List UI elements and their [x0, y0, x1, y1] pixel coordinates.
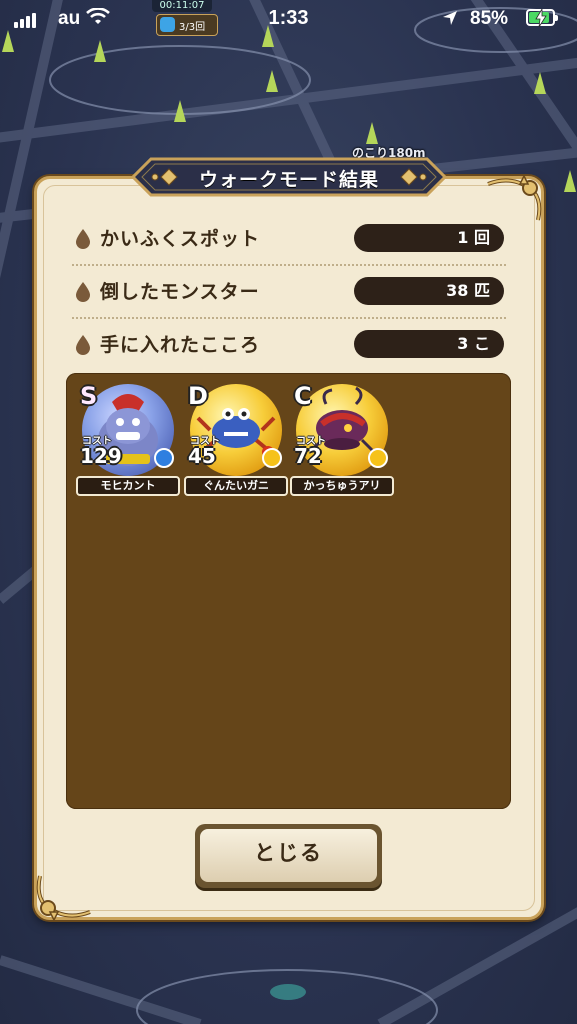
- rank-letter: S: [80, 382, 98, 410]
- dialog-title: ウォークモード結果: [198, 169, 379, 191]
- heart-name: かっちゅうアリ: [290, 476, 394, 496]
- cost-value: 72: [294, 444, 322, 468]
- cost-value: 129: [80, 444, 122, 468]
- status-bar: au 1:33 85%: [0, 0, 577, 36]
- gold-gem-icon: [368, 448, 388, 468]
- rank-letter: C: [294, 382, 312, 410]
- drop-icon: [76, 282, 90, 302]
- rank-letter: D: [188, 382, 208, 410]
- heart-name: モヒカント: [76, 476, 180, 496]
- close-button[interactable]: とじる: [195, 824, 382, 888]
- stat-value: 38 匹: [354, 277, 504, 305]
- stat-row-obtained-hearts: 手に入れたこころ 3 こ: [70, 324, 510, 364]
- dialog-title-plate: ウォークモード結果: [131, 157, 447, 197]
- heart-card-kacchuari[interactable]: C コスト 72 かっちゅうアリ: [290, 382, 394, 500]
- charging-bolt-icon: [535, 9, 547, 27]
- drop-icon: [76, 335, 90, 355]
- cost-value: 45: [188, 444, 216, 468]
- stat-row-defeated-monsters: 倒したモンスター 38 匹: [70, 271, 510, 311]
- battery-icon: [526, 9, 558, 27]
- drop-icon: [76, 229, 90, 249]
- stat-label: 倒したモンスター: [100, 281, 260, 303]
- heart-card-mohicanto[interactable]: S コスト 129 モヒカント: [76, 382, 180, 500]
- stat-label: かいふくスポット: [100, 228, 261, 250]
- heart-name: ぐんたいガニ: [184, 476, 288, 496]
- gold-gem-icon: [262, 448, 282, 468]
- corner-ornament-icon: [36, 875, 91, 922]
- divider: [72, 264, 506, 266]
- battery-percentage: 85%: [470, 8, 509, 29]
- close-button-label: とじる: [254, 841, 323, 865]
- stat-row-recovery-spots: かいふくスポット 1 回: [70, 218, 510, 258]
- location-arrow-icon: [442, 10, 458, 31]
- stat-value: 3 こ: [354, 330, 504, 358]
- divider: [72, 317, 506, 319]
- heart-card-guntaigani[interactable]: D コスト 45 ぐんたいガニ: [184, 382, 288, 500]
- blue-gem-icon: [154, 448, 174, 468]
- stat-value: 1 回: [354, 224, 504, 252]
- stat-label: 手に入れたこころ: [100, 334, 261, 356]
